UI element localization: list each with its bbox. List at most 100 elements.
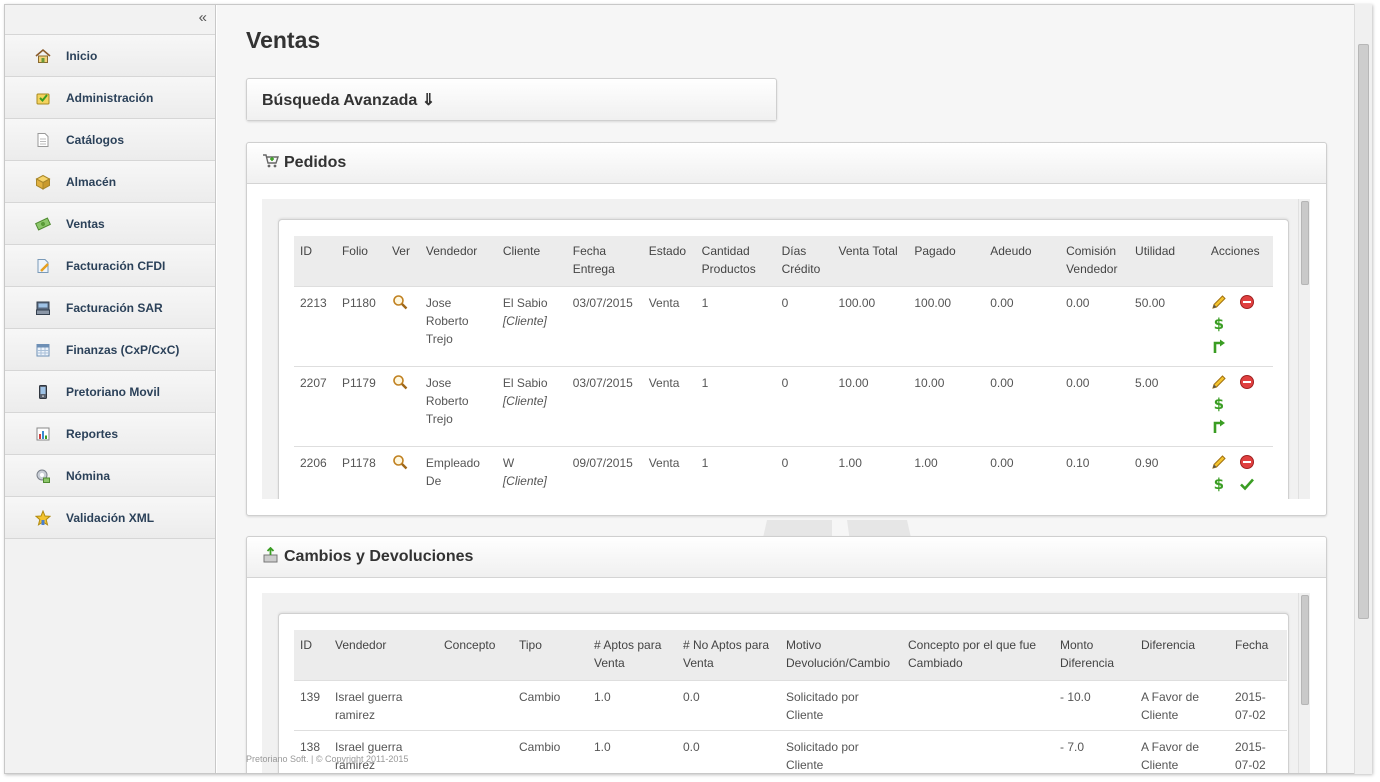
cell-id: 2206 <box>294 446 336 499</box>
cell-folio: P1180 <box>335 286 386 367</box>
cambios-scroll-area[interactable]: ID Vendedor Concepto Tipo # Aptos para V… <box>262 593 1308 773</box>
cell-tipo: Cambio <box>513 730 588 773</box>
magnifier-icon[interactable] <box>392 294 408 315</box>
page-scrollbar[interactable] <box>1354 4 1372 774</box>
pencil-icon[interactable] <box>1211 374 1227 390</box>
cell-estado: Venta <box>642 286 696 367</box>
sidebar-item-almacen[interactable]: Almacén <box>5 161 215 203</box>
dollar-icon[interactable]: $ <box>1211 315 1227 333</box>
cambios-header: Cambios y Devoluciones <box>247 537 1326 578</box>
cell-monto: - 10.0 <box>1054 680 1135 731</box>
column-header: Utilidad <box>1129 236 1205 287</box>
sidebar-item-facturacion-cfdi[interactable]: Facturación CFDI <box>5 245 215 287</box>
magnifier-icon[interactable] <box>392 374 408 395</box>
cell-estado: Venta <box>642 446 696 499</box>
table-row: 2206 P1178 Empleado De W [Cliente] 09/07… <box>294 446 1273 499</box>
pedidos-scrollbar-thumb[interactable] <box>1301 201 1309 285</box>
cell-concepto <box>438 680 513 731</box>
route-arrow-icon[interactable] <box>1211 338 1227 354</box>
cell-dias: 0 <box>775 366 833 447</box>
cell-ver <box>385 446 420 499</box>
dollar-icon[interactable]: $ <box>1211 395 1227 413</box>
sidebar-item-label: Almacén <box>66 174 117 189</box>
delete-icon[interactable] <box>1239 294 1255 310</box>
sidebar-item-validacion-xml[interactable]: Validación XML <box>5 497 215 539</box>
register-icon <box>35 300 51 316</box>
sidebar-item-label: Pretoriano Movil <box>66 384 161 399</box>
cart-icon <box>262 153 284 174</box>
sidebar-item-label: Catálogos <box>66 132 125 147</box>
column-header: Estado <box>642 236 696 287</box>
sidebar-item-label: Finanzas (CxP/CxC) <box>66 342 180 357</box>
busqueda-avanzada-panel[interactable]: Búsqueda Avanzada ⇓ <box>246 78 777 121</box>
column-header: # Aptos para Venta <box>588 630 677 681</box>
cell-cantidad: 1 <box>695 446 776 499</box>
cell-comision: 0.10 <box>1060 446 1130 499</box>
cell-comision: 0.00 <box>1060 366 1130 447</box>
cell-fecha: 03/07/2015 <box>566 366 643 447</box>
pencil-icon[interactable] <box>1211 294 1227 310</box>
cell-vendedor: Jose Roberto Trejo <box>419 286 497 367</box>
route-arrow-icon[interactable] <box>1239 498 1255 499</box>
return-box-icon <box>262 546 284 568</box>
cell-id: 138 <box>294 730 329 773</box>
route-arrow-icon[interactable] <box>1211 418 1227 434</box>
cambios-table-container: ID Vendedor Concepto Tipo # Aptos para V… <box>278 613 1289 773</box>
money-icon <box>35 216 51 232</box>
cell-total: 10.00 <box>832 366 909 447</box>
pencil-icon[interactable] <box>1211 454 1227 470</box>
cell-cliente: El Sabio [Cliente] <box>496 286 567 367</box>
column-header: Motivo Devolución/Cambio <box>780 630 902 681</box>
busqueda-avanzada-label: Búsqueda Avanzada ⇓ <box>262 91 436 109</box>
cell-id: 2213 <box>294 286 336 367</box>
cell-fecha: 09/07/2015 <box>566 446 643 499</box>
cell-utilidad: 50.00 <box>1129 286 1205 367</box>
cell-fecha: 2015-07-02 <box>1229 680 1287 731</box>
cell-fecha: 03/07/2015 <box>566 286 643 367</box>
cell-comision: 0.00 <box>1060 286 1130 367</box>
sidebar-item-pretoriano-movil[interactable]: Pretoriano Movil <box>5 371 215 413</box>
cell-adeudo: 0.00 <box>984 446 1061 499</box>
checkmark-icon[interactable] <box>1239 476 1255 492</box>
sidebar-item-reportes[interactable]: Reportes <box>5 413 215 455</box>
cell-estado: Venta <box>642 366 696 447</box>
document-icon <box>35 132 51 148</box>
table-header-row: ID Vendedor Concepto Tipo # Aptos para V… <box>294 630 1287 681</box>
dollar-icon[interactable]: $ <box>1211 475 1227 493</box>
cambios-scrollbar-thumb[interactable] <box>1301 595 1309 705</box>
column-header: ID <box>294 236 336 287</box>
cell-fecha: 2015-07-02 <box>1229 730 1287 773</box>
home-icon <box>35 48 51 64</box>
delete-icon[interactable] <box>1239 454 1255 470</box>
column-header: Tipo <box>513 630 588 681</box>
pedidos-scroll-area[interactable]: ID Folio Ver Vendedor Cliente Fecha Entr… <box>262 199 1308 499</box>
page-title: Ventas <box>246 27 321 53</box>
sidebar-item-nomina[interactable]: Nómina <box>5 455 215 497</box>
sidebar-item-administracion[interactable]: Administración <box>5 77 215 119</box>
cell-vendedor: Jose Roberto Trejo <box>419 366 497 447</box>
collapse-sidebar-button[interactable]: « <box>199 9 207 26</box>
delete-icon[interactable] <box>1239 374 1255 390</box>
box-icon <box>35 174 51 190</box>
pedidos-table: ID Folio Ver Vendedor Cliente Fecha Entr… <box>294 236 1273 499</box>
cell-concepto-cambio <box>902 730 1054 773</box>
column-header: Ver <box>385 236 420 287</box>
sidebar-item-inicio[interactable]: Inicio <box>5 35 215 77</box>
cell-total: 100.00 <box>832 286 909 367</box>
busqueda-avanzada-toggle[interactable]: Búsqueda Avanzada ⇓ <box>247 79 776 120</box>
cell-tipo: Cambio <box>513 680 588 731</box>
user-icon[interactable] <box>1211 498 1227 499</box>
sidebar-item-ventas[interactable]: Ventas <box>5 203 215 245</box>
page-scrollbar-thumb[interactable] <box>1358 44 1369 619</box>
sidebar-item-facturacion-sar[interactable]: Facturación SAR <box>5 287 215 329</box>
sidebar-item-finanzas[interactable]: Finanzas (CxP/CxC) <box>5 329 215 371</box>
magnifier-icon[interactable] <box>392 454 408 475</box>
acciones-group: $ <box>1211 374 1267 440</box>
sidebar-item-label: Facturación CFDI <box>66 258 166 273</box>
cambios-scrollbar[interactable] <box>1298 593 1310 773</box>
sidebar-item-label: Administración <box>66 90 154 105</box>
cell-pagado: 100.00 <box>908 286 985 367</box>
sidebar-item-catalogos[interactable]: Catálogos <box>5 119 215 161</box>
pedidos-scrollbar[interactable] <box>1298 199 1310 499</box>
column-header: Concepto <box>438 630 513 681</box>
